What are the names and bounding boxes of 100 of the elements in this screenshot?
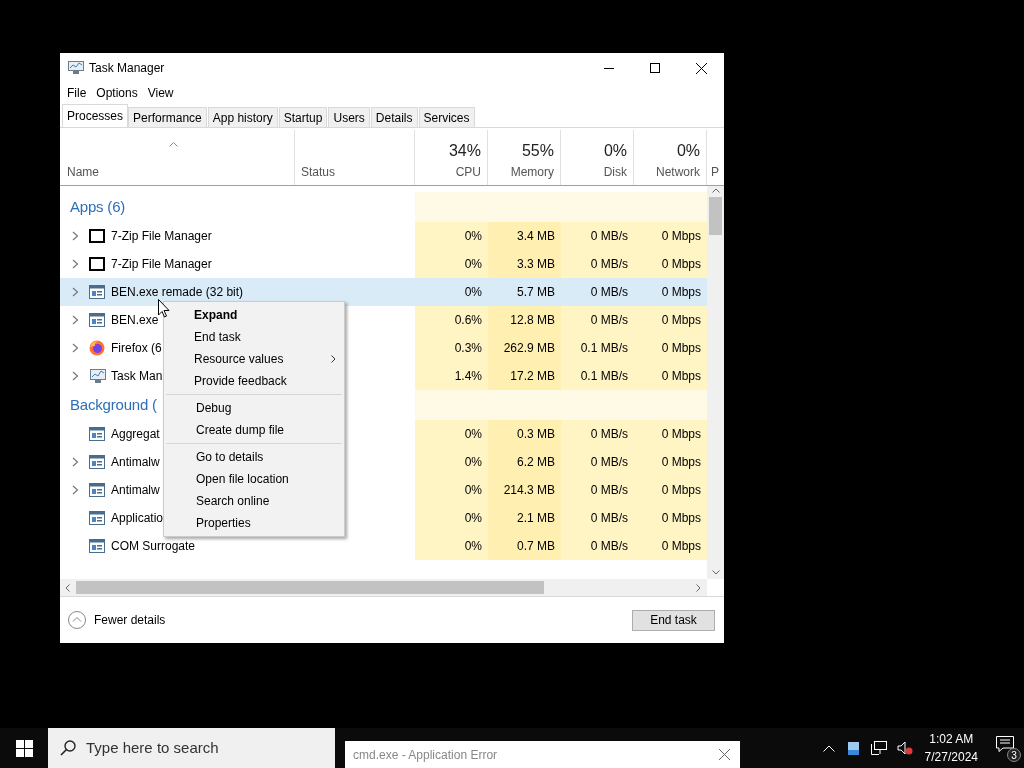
context-menu-item[interactable]: Debug [166, 397, 342, 419]
clock-date[interactable]: 7/27/2024 [924, 748, 978, 766]
context-menu-item[interactable]: Create dump file [166, 419, 342, 441]
disk-cell: 0.1 MB/s [561, 362, 634, 390]
memory-cell: 2.1 MB [488, 504, 561, 532]
scroll-left-icon[interactable] [65, 583, 70, 592]
process-name: Antimalw [111, 482, 160, 499]
memory-cell: 17.2 MB [488, 362, 561, 390]
preview-title: cmd.exe - Application Error [353, 746, 498, 764]
tab[interactable]: Startup [278, 107, 328, 127]
start-windows-icon[interactable] [16, 739, 33, 757]
maximize-icon[interactable] [650, 63, 660, 73]
process-name: Applicatio [111, 510, 164, 527]
scrollbar-thumb[interactable] [76, 581, 544, 594]
notification-icon[interactable] [996, 736, 1014, 752]
column-usage: 34% [448, 141, 481, 161]
process-name: BEN.exe remade (32 bit) [111, 284, 244, 301]
process-name: Aggregat [111, 426, 160, 443]
taskbar-search-field[interactable]: Type here to search [48, 728, 335, 768]
disk-cell: 0 MB/s [561, 504, 634, 532]
process-name: Antimalw [111, 454, 160, 471]
window-preview[interactable]: cmd.exe - Application Error [345, 741, 740, 768]
disk-cell: 0.1 MB/s [561, 334, 634, 362]
window-icon [89, 455, 105, 469]
window-title: Task Manager [89, 60, 165, 77]
archive-icon [89, 229, 105, 243]
disk-cell: 0 MB/s [561, 448, 634, 476]
fox-globe-icon [89, 340, 105, 356]
column-header[interactable]: Memory [510, 163, 554, 181]
chevron-right-icon[interactable] [72, 371, 79, 381]
process-row[interactable]: BEN.exe remade (32 bit) 0% 5.7 MB 0 MB/s 0 Mbps [60, 278, 707, 306]
disk-cell: 0 MB/s [561, 532, 634, 560]
tab[interactable]: Processes [62, 104, 129, 127]
chevron-right-icon[interactable] [72, 457, 79, 467]
chevron-up-icon[interactable] [822, 744, 835, 752]
context-menu-item[interactable]: Properties [166, 512, 342, 534]
vertical-scrollbar[interactable] [707, 186, 724, 579]
cpu-cell: 1.4% [415, 362, 488, 390]
menu-item[interactable]: Options [91, 84, 143, 102]
collapse-circle-icon[interactable] [68, 611, 86, 629]
memory-cell: 3.3 MB [488, 250, 561, 278]
column-header[interactable]: P [711, 163, 719, 181]
minimize-icon[interactable] [604, 67, 614, 69]
column-header[interactable]: Status [301, 163, 336, 181]
chevron-right-icon[interactable] [72, 315, 79, 325]
chevron-right-icon[interactable] [72, 287, 79, 297]
process-name: Task Man [111, 368, 163, 385]
network-cell: 0 Mbps [634, 222, 707, 250]
scroll-right-icon[interactable] [696, 583, 701, 592]
column-usage: 0% [676, 141, 700, 161]
network-cell: 0 Mbps [634, 448, 707, 476]
window-icon [89, 427, 105, 441]
scrollbar-thumb[interactable] [709, 197, 722, 235]
menu-item[interactable]: File [62, 84, 92, 102]
network-cell: 0 Mbps [634, 504, 707, 532]
notification-count: 3 [1007, 748, 1021, 762]
process-name: 7-Zip File Manager [111, 228, 212, 245]
context-menu-item[interactable]: Go to details [166, 446, 342, 468]
fewer-details-link[interactable]: Fewer details [94, 611, 166, 629]
memory-cell: 214.3 MB [488, 476, 561, 504]
network-monitor-icon[interactable] [870, 741, 887, 755]
tab[interactable]: App history [207, 107, 278, 127]
disk-cell: 0 MB/s [561, 306, 634, 334]
clock-time[interactable]: 1:02 AM [929, 730, 974, 748]
process-name: COM Surrogate [111, 538, 196, 555]
tab[interactable]: Users [328, 107, 370, 127]
chevron-right-icon[interactable] [72, 343, 79, 353]
cpu-cell: 0.6% [415, 306, 488, 334]
tab[interactable]: Services [418, 107, 475, 127]
menu-item[interactable]: View [142, 84, 179, 102]
scroll-up-icon[interactable] [711, 188, 720, 193]
context-menu-item[interactable]: Provide feedback [164, 370, 344, 392]
tab[interactable]: Details [370, 107, 418, 127]
end-task-button[interactable]: End task [632, 609, 715, 631]
column-header[interactable]: Network [656, 163, 700, 181]
memory-cell: 3.4 MB [488, 222, 561, 250]
tablet-icon[interactable] [847, 741, 859, 755]
group-heading: Background ( [70, 394, 157, 415]
close-icon[interactable] [695, 62, 707, 74]
network-cell: 0 Mbps [634, 532, 707, 560]
tab[interactable]: Performance [128, 107, 207, 127]
scroll-down-icon[interactable] [711, 570, 720, 575]
column-header[interactable]: Name [67, 163, 294, 181]
network-cell: 0 Mbps [634, 306, 707, 334]
network-cell: 0 Mbps [634, 420, 707, 448]
cpu-cell: 0% [415, 448, 488, 476]
horizontal-scrollbar[interactable] [60, 579, 707, 596]
speaker-muted-icon[interactable] [896, 741, 913, 755]
network-cell: 0 Mbps [634, 362, 707, 390]
column-header[interactable]: CPU [455, 163, 481, 181]
process-name: BEN.exe [111, 312, 159, 329]
memory-cell: 6.2 MB [488, 448, 561, 476]
chevron-right-icon[interactable] [72, 259, 79, 269]
network-cell: 0 Mbps [634, 334, 707, 362]
chevron-right-icon[interactable] [72, 231, 79, 241]
column-header[interactable]: Disk [603, 163, 627, 181]
cpu-cell: 0.3% [415, 334, 488, 362]
chevron-right-icon[interactable] [72, 485, 79, 495]
disk-cell: 0 MB/s [561, 476, 634, 504]
group-heading: Apps (6) [70, 196, 126, 217]
